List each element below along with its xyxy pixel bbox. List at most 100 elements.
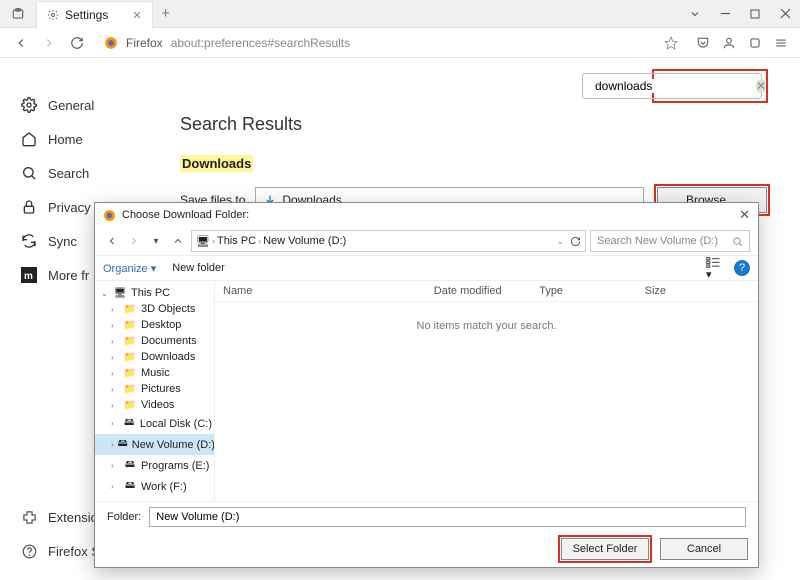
tree-item[interactable]: ›🖴Work (F:) [95,476,214,497]
tree-item-label: This PC [131,287,170,299]
folder-icon: 📁 [123,368,137,379]
column-name[interactable]: Name [223,285,434,297]
breadcrumb-separator-icon: › [258,236,261,246]
folder-icon: 📁 [123,320,137,331]
folder-icon: 📁 [123,384,137,395]
url-box[interactable]: Firefox about:preferences#searchResults [96,32,686,54]
tree-item-label: Music [141,367,170,379]
sidebar-item-home[interactable]: Home [20,122,150,156]
back-button[interactable] [12,34,30,52]
up-button[interactable] [169,232,187,250]
url-text: about:preferences#searchResults [171,36,350,50]
url-identity: Firefox [126,36,163,50]
tree-item-label: Programs (E:) [141,460,209,472]
file-list: Name Date modified Type Size No items ma… [215,281,758,501]
pocket-icon[interactable] [696,36,710,50]
tree-item[interactable]: ›📁Documents [95,333,214,349]
tree-item[interactable]: › 📁 Desktop [95,317,214,333]
new-tab-button[interactable]: + [153,5,179,22]
tree-item[interactable]: ›🖴Local Disk (C:) [95,413,214,434]
close-tab-icon[interactable]: ✕ [132,9,141,22]
tree-item-label: Work (F:) [141,481,187,493]
folder-icon: 🖴 [123,415,136,432]
help-icon[interactable]: ? [734,260,750,276]
organize-button[interactable]: Organize ▾ [103,262,156,275]
svg-text:m: m [24,271,33,282]
forward-button[interactable] [125,232,143,250]
window-minimize-button[interactable] [710,0,740,28]
folder-icon: 🖥 [113,288,127,299]
tree-item-label: Documents [141,335,197,347]
page-heading: Search Results [180,114,770,135]
sidebar-item-label: More fr [48,268,89,283]
tree-item-label: Desktop [141,319,181,331]
sidebar-item-label: Home [48,132,83,147]
tree-item[interactable]: ›📁Pictures [95,381,214,397]
breadcrumb-segment[interactable]: New Volume (D:) [263,235,346,247]
tree-item[interactable]: ›🖴Programs (E:) [95,455,214,476]
dialog-close-button[interactable]: ✕ [739,207,750,223]
chevron-icon: › [111,440,114,449]
tree-item[interactable]: ›📁Downloads [95,349,214,365]
pinned-tab-icon[interactable] [0,0,36,28]
column-date[interactable]: Date modified [434,285,539,297]
select-folder-button[interactable]: Select Folder [561,538,649,560]
chevron-down-icon[interactable]: ⌄ [556,236,564,247]
new-folder-button[interactable]: New folder [172,262,225,274]
column-size[interactable]: Size [645,285,750,297]
menu-icon[interactable] [774,36,788,50]
dialog-body: ⌄🖥This PC›📁3D Objects›📁Desktop›📁Document… [95,281,758,501]
refresh-icon[interactable] [570,236,581,247]
chevron-down-icon[interactable] [680,0,710,28]
chevron-icon: › [111,337,119,346]
section-title-downloads: Downloads [180,155,253,172]
tab-label: Settings [65,8,108,22]
window-maximize-button[interactable] [740,0,770,28]
puzzle-icon [20,508,38,526]
dialog-toolbar: Organize ▾ New folder ▾ ? [95,255,758,281]
choose-download-folder-dialog: Choose Download Folder: ✕ ▾ 🖥 › This PC … [94,202,759,568]
tree-item[interactable]: ⌄🖥This PC [95,285,214,301]
breadcrumb-path[interactable]: 🖥 › This PC › New Volume (D:) ⌄ [191,230,586,252]
tree-item[interactable]: ›📁3D Objects [95,301,214,317]
recent-locations-button[interactable]: ▾ [147,232,165,250]
column-type[interactable]: Type [539,285,644,297]
folder-icon: 📁 [123,304,137,315]
shield-icon[interactable] [748,36,762,50]
dialog-search-placeholder: Search New Volume (D:) [597,235,718,247]
bookmark-star-icon[interactable] [664,36,678,50]
clear-search-icon[interactable]: ✕ [756,79,766,93]
chevron-icon: › [111,419,119,428]
preferences-search-box[interactable]: ✕ [582,73,762,99]
tree-item-label: Videos [141,399,174,411]
sidebar-item-general[interactable]: General [20,88,150,122]
tree-item-label: 3D Objects [141,303,195,315]
breadcrumb-segment[interactable]: This PC [217,235,256,247]
home-icon [20,130,38,148]
reload-button[interactable] [68,34,86,52]
folder-icon: 📁 [123,352,137,363]
chevron-icon: › [111,321,119,330]
folder-icon: 🖴 [123,478,137,495]
tree-item[interactable]: ›📁Music [95,365,214,381]
tree-item[interactable]: ›🖴New Volume (D:) [95,434,214,455]
dialog-search-box[interactable]: Search New Volume (D:) [590,230,750,252]
tree-item-label: Pictures [141,383,181,395]
tree-item[interactable]: ›📁Videos [95,397,214,413]
dialog-breadcrumb-bar: ▾ 🖥 › This PC › New Volume (D:) ⌄ Search… [95,227,758,255]
folder-icon: 🖴 [123,457,137,474]
breadcrumb-separator-icon: › [212,236,215,246]
folder-name-input[interactable] [149,507,746,527]
view-options-button[interactable]: ▾ [706,256,724,281]
sidebar-item-search[interactable]: Search [20,156,150,190]
firefox-icon [104,36,118,50]
preferences-search-input[interactable] [595,79,750,93]
dialog-title: Choose Download Folder: [122,209,249,221]
mozilla-icon: m [20,266,38,284]
window-close-button[interactable] [770,0,800,28]
forward-button[interactable] [40,34,58,52]
tab-settings[interactable]: Settings ✕ [36,1,153,29]
account-icon[interactable] [722,36,736,50]
cancel-button[interactable]: Cancel [660,538,748,560]
back-button[interactable] [103,232,121,250]
